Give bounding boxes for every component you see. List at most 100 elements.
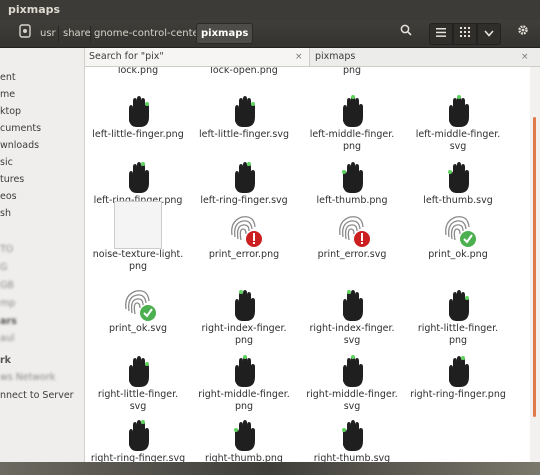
file-icon — [220, 277, 268, 323]
sidebar-item-desktop[interactable]: ktop — [0, 104, 21, 120]
crumb-pixmaps[interactable]: pixmaps — [196, 23, 254, 44]
file-item[interactable]: right-little-finger. png — [403, 277, 513, 347]
sidebar-item-device-2[interactable]: G — [0, 260, 7, 276]
file-item[interactable]: print_ok.png — [403, 203, 513, 261]
hand-icon — [235, 355, 255, 387]
file-icon — [434, 83, 482, 129]
tab-search[interactable]: Search for "pix" × — [85, 48, 310, 66]
grid-view-button[interactable] — [453, 23, 477, 45]
file-item[interactable]: print_error.png — [189, 203, 299, 261]
sidebar-item-bookmark[interactable]: aul — [0, 331, 14, 347]
file-item[interactable]: left-middle-finger. svg — [403, 83, 513, 153]
file-item[interactable]: left-little-finger.svg — [189, 83, 299, 141]
file-name: left-little-finger.svg — [199, 129, 289, 140]
file-name: right-ring-finger.png — [410, 389, 506, 400]
file-item[interactable]: noise-texture-light. png — [85, 201, 193, 273]
file-name: print_error.png — [208, 249, 280, 260]
close-icon[interactable]: × — [521, 48, 529, 66]
search-button[interactable] — [395, 23, 417, 43]
file-item[interactable]: left-middle-finger. png — [297, 83, 407, 153]
sidebar-item-downloads[interactable]: wnloads — [0, 138, 39, 154]
hand-icon — [343, 95, 363, 127]
file-icon — [114, 201, 162, 249]
file-item[interactable]: left-ring-finger.png — [85, 149, 193, 207]
file-item[interactable]: left-thumb.svg — [403, 149, 513, 207]
view-options-button[interactable] — [477, 23, 501, 45]
tab-pixmaps-label: pixmaps — [315, 51, 356, 62]
file-icon — [328, 407, 376, 453]
drive-icon[interactable] — [16, 24, 34, 43]
file-item[interactable]: print_error.svg — [297, 203, 407, 261]
file-item[interactable]: print_ok.svg — [85, 277, 193, 335]
scrollbar[interactable] — [530, 67, 540, 462]
file-icon — [434, 203, 482, 249]
hand-icon — [234, 420, 255, 451]
file-item[interactable]: left-ring-finger.svg — [189, 149, 299, 207]
file-item[interactable]: right-little-finger. svg — [85, 343, 193, 413]
chevron-down-icon — [484, 27, 494, 40]
file-icon — [114, 343, 162, 389]
hand-icon — [129, 356, 149, 387]
list-icon — [436, 27, 446, 40]
file-item[interactable]: left-little-finger.png — [85, 83, 193, 141]
file-item[interactable]: right-index-finger. svg — [297, 277, 407, 347]
file-item[interactable]: png — [297, 67, 407, 77]
file-icon — [114, 277, 162, 323]
sidebar-item-device-1[interactable]: TO — [0, 242, 13, 258]
sidebar-item-music[interactable]: sic — [0, 155, 13, 171]
file-icon — [220, 203, 268, 249]
file-item[interactable]: right-ring-finger.png — [403, 343, 513, 401]
sidebar-item-connect-to-server[interactable]: nnect to Server — [0, 388, 74, 404]
file-item[interactable]: lock.png — [85, 67, 193, 77]
file-item[interactable]: right-middle-finger. svg — [297, 343, 407, 413]
file-icon — [220, 343, 268, 389]
file-icon — [434, 149, 482, 195]
file-item[interactable]: right-index-finger. png — [189, 277, 299, 347]
fingerprint-icon — [339, 216, 370, 247]
hand-icon — [342, 162, 363, 193]
settings-button[interactable] — [512, 23, 534, 43]
file-name: lock.png — [117, 67, 159, 76]
fingerprint-icon — [445, 216, 476, 247]
file-item[interactable]: right-ring-finger.svg — [85, 407, 193, 462]
desktop-background — [0, 462, 540, 475]
sidebar-item-videos[interactable]: eos — [0, 189, 17, 205]
tab-pixmaps[interactable]: pixmaps × — [311, 48, 537, 66]
crumb-usr[interactable]: usr — [36, 24, 60, 43]
file-name: print_ok.png — [428, 249, 488, 260]
hand-icon — [449, 356, 469, 387]
sidebar-item-device-3[interactable]: GB — [0, 278, 14, 294]
hand-icon — [235, 96, 255, 127]
hand-icon — [235, 290, 255, 321]
sidebar-item-documents[interactable]: cuments — [0, 121, 41, 137]
grid-icon — [460, 27, 470, 40]
search-icon — [400, 24, 412, 39]
file-name: png — [342, 67, 362, 76]
hand-icon — [449, 290, 469, 321]
file-item[interactable]: right-thumb.png — [189, 407, 299, 462]
file-icon — [328, 203, 376, 249]
sidebar-item-device-4[interactable]: mp — [0, 296, 15, 312]
file-icon — [434, 343, 482, 389]
file-item[interactable]: lock-open.png — [189, 67, 299, 77]
hand-icon — [449, 95, 469, 127]
sidebar-item-home[interactable]: me — [0, 87, 15, 103]
sidebar-item-recent[interactable]: ent — [0, 70, 16, 86]
fingerprint-icon — [231, 216, 262, 247]
file-icon — [328, 277, 376, 323]
file-item[interactable]: left-thumb.png — [297, 149, 407, 207]
texture-thumbnail-icon — [114, 201, 162, 249]
scrollbar-thumb[interactable] — [533, 117, 536, 417]
file-item[interactable]: right-thumb.svg — [297, 407, 407, 462]
sidebar-item-pictures[interactable]: tures — [0, 172, 24, 188]
list-view-button[interactable] — [429, 23, 453, 45]
sidebar-item-browse-network[interactable]: ws Network — [0, 370, 55, 386]
sidebar-item-trash[interactable]: sh — [0, 206, 11, 222]
sidebar-header-network: rk — [0, 355, 12, 366]
file-manager-window: pixmaps usr share gnome-control-center p… — [0, 0, 540, 462]
close-icon[interactable]: × — [295, 48, 303, 66]
file-name: print_ok.svg — [108, 323, 167, 334]
crumb-gnome-control-center[interactable]: gnome-control-center — [90, 24, 207, 43]
file-item[interactable]: right-middle-finger. png — [189, 343, 299, 413]
file-icon — [114, 407, 162, 453]
